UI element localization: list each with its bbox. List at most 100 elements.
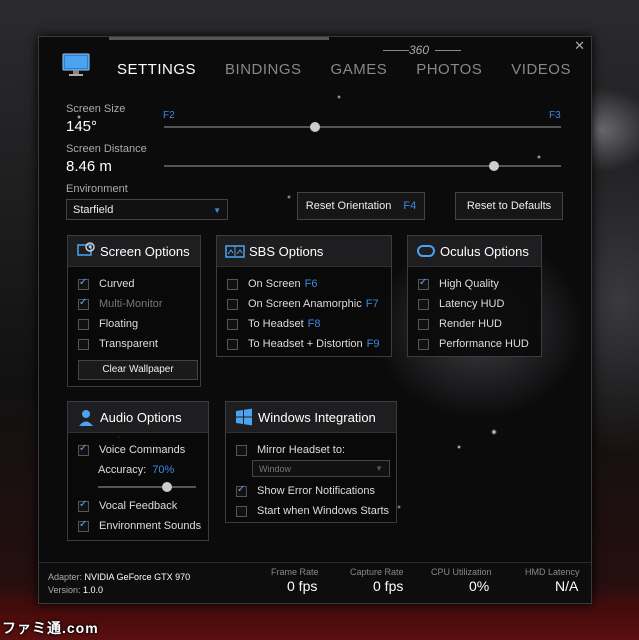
high-quality-checkbox[interactable] (418, 277, 429, 290)
option-environment-sounds[interactable]: Environment Sounds (78, 519, 202, 532)
option-latency-hud[interactable]: Latency HUD (418, 298, 504, 310)
screen-size-slider-thumb[interactable] (309, 122, 320, 132)
option-mirror-headset[interactable]: Mirror Headset to: (236, 444, 345, 456)
curved-label: Curved (99, 278, 135, 290)
accuracy-value: 70% (152, 464, 175, 476)
environment-sounds-label: Environment Sounds (99, 520, 202, 532)
to-headset-distortion-checkbox[interactable] (227, 338, 238, 350)
render-hud-checkbox[interactable] (418, 318, 429, 330)
option-multi-monitor[interactable]: Multi-Monitor (78, 297, 163, 310)
curved-checkbox[interactable] (78, 277, 89, 290)
accuracy-slider[interactable] (98, 486, 196, 488)
to-headset-distortion-label: To Headset + Distortion (248, 338, 363, 350)
screen-size-key-right: F3 (549, 110, 561, 121)
windows-integration-header: Windows Integration (226, 402, 396, 433)
frame-rate-label: Frame Rate (271, 567, 319, 577)
version-row: Version: 1.0.0 (48, 585, 103, 595)
show-errors-label: Show Error Notifications (257, 485, 375, 497)
show-errors-checkbox[interactable] (236, 484, 247, 497)
on-screen-key: F6 (304, 278, 318, 290)
version-label: Version: (48, 585, 81, 595)
screen-distance-label: Screen Distance (66, 143, 147, 155)
option-on-screen[interactable]: On Screen F6 (227, 278, 317, 290)
oculus-icon (417, 245, 435, 257)
screen-size-label: Screen Size (66, 103, 126, 115)
dropdown-arrow-icon: ▼ (375, 464, 383, 473)
screen-size-slider[interactable] (164, 126, 561, 128)
reset-orientation-key: F4 (403, 200, 417, 212)
to-headset-key: F8 (307, 318, 321, 330)
start-with-windows-checkbox[interactable] (236, 505, 247, 517)
multi-monitor-checkbox[interactable] (78, 297, 89, 310)
tab-photos[interactable]: PHOTOS (416, 61, 482, 78)
hmd-latency-value: N/A (555, 578, 579, 594)
tab-videos[interactable]: VIDEOS (511, 61, 571, 78)
environment-sounds-checkbox[interactable] (78, 519, 89, 532)
screen-distance-slider-thumb[interactable] (488, 161, 499, 171)
vocal-feedback-checkbox[interactable] (78, 499, 89, 512)
monitor-icon (62, 53, 90, 76)
dropdown-arrow-icon: ▼ (213, 206, 221, 215)
sbs-icon (225, 245, 245, 258)
to-headset-checkbox[interactable] (227, 318, 238, 330)
option-floating[interactable]: Floating (78, 318, 138, 330)
option-render-hud[interactable]: Render HUD (418, 318, 502, 330)
tab-bindings[interactable]: BINDINGS (225, 61, 302, 78)
option-vocal-feedback[interactable]: Vocal Feedback (78, 499, 177, 512)
frame-rate-value: 0 fps (287, 578, 318, 594)
option-to-headset-distortion[interactable]: To Headset + Distortion F9 (227, 338, 379, 350)
audio-options-header: Audio Options (68, 402, 208, 433)
start-with-windows-label: Start when Windows Starts (257, 505, 390, 517)
capture-rate-label: Capture Rate (350, 567, 404, 577)
environment-selected: Starfield (73, 204, 114, 216)
status-footer: Adapter: NVIDIA GeForce GTX 970 Version:… (39, 562, 591, 603)
clear-wallpaper-button[interactable]: Clear Wallpaper (78, 360, 198, 380)
watermark: ファミ通.com (2, 620, 99, 636)
transparent-label: Transparent (99, 338, 158, 350)
title-bar-handle[interactable] (109, 37, 329, 40)
tab-settings[interactable]: SETTINGS (117, 61, 196, 78)
option-transparent[interactable]: Transparent (78, 338, 158, 350)
option-curved[interactable]: Curved (78, 277, 135, 290)
option-on-screen-anamorphic[interactable]: On Screen Anamorphic F7 (227, 298, 379, 310)
cpu-label: CPU Utilization (431, 567, 492, 577)
voice-commands-label: Voice Commands (99, 444, 186, 456)
settings-window: ✕ SETTINGS BINDINGS GAMES PHOTOS VIDEOS … (38, 36, 592, 604)
reset-defaults-button[interactable]: Reset to Defaults (455, 192, 563, 220)
option-voice-commands[interactable]: Voice Commands (78, 443, 186, 456)
on-screen-anamorphic-label: On Screen Anamorphic (248, 298, 362, 310)
environment-select[interactable]: Starfield ▼ (66, 199, 228, 220)
option-start-with-windows[interactable]: Start when Windows Starts (236, 505, 389, 517)
badge-360: 360 (409, 43, 430, 57)
reset-orientation-button[interactable]: Reset Orientation F4 (297, 192, 425, 220)
option-performance-hud[interactable]: Performance HUD (418, 338, 529, 350)
transparent-checkbox[interactable] (78, 338, 89, 350)
high-quality-label: High Quality (439, 278, 499, 290)
audio-options-panel: Audio Options Voice Commands Accuracy: 70… (67, 401, 209, 541)
option-show-errors[interactable]: Show Error Notifications (236, 484, 375, 497)
option-high-quality[interactable]: High Quality (418, 277, 499, 290)
tab-games[interactable]: GAMES (331, 61, 388, 78)
windows-icon (236, 408, 252, 426)
screen-distance-value: 8.46 m (66, 158, 112, 175)
voice-commands-checkbox[interactable] (78, 443, 89, 456)
floating-checkbox[interactable] (78, 318, 89, 330)
mirror-headset-checkbox[interactable] (236, 444, 247, 456)
mirror-headset-select[interactable]: Window ▼ (252, 460, 390, 477)
accuracy-row: Accuracy: 70% (98, 464, 174, 476)
adapter-value: NVIDIA GeForce GTX 970 (84, 572, 191, 582)
accuracy-slider-thumb[interactable] (161, 482, 172, 492)
on-screen-anamorphic-checkbox[interactable] (227, 298, 238, 310)
main-nav: SETTINGS BINDINGS GAMES PHOTOS VIDEOS (117, 61, 591, 78)
performance-hud-checkbox[interactable] (418, 338, 429, 350)
latency-hud-label: Latency HUD (439, 298, 505, 310)
floating-label: Floating (99, 318, 139, 330)
windows-integration-panel: Windows Integration Mirror Headset to: W… (225, 401, 397, 523)
on-screen-checkbox[interactable] (227, 278, 238, 290)
option-to-headset[interactable]: To Headset F8 (227, 318, 321, 330)
latency-hud-checkbox[interactable] (418, 298, 429, 310)
screen-size-value: 145° (66, 118, 98, 135)
close-icon[interactable]: ✕ (574, 38, 585, 54)
capture-rate-value: 0 fps (373, 578, 404, 594)
screen-distance-slider[interactable] (164, 165, 561, 167)
